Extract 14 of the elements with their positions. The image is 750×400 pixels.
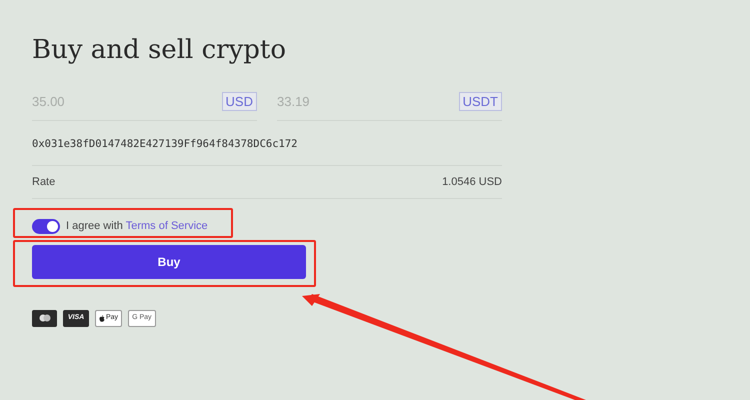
terms-link[interactable]: Terms of Service [126,220,208,232]
rate-label: Rate [32,174,56,190]
wallet-address: 0x031e38fD0147482E427139Ff964f84378DC6c172 [32,138,298,150]
page-title: Buy and sell crypto [32,34,288,67]
agree-text: I agree with Terms of Service [66,219,208,234]
circles-icon [38,314,50,322]
buy-button[interactable]: Buy [32,244,306,278]
currency-selector[interactable]: USDT [458,92,502,112]
apple-icon [99,314,105,322]
rate-value: 1.0546 USD [442,174,502,190]
currency-selector[interactable]: USD [222,92,257,112]
amount-field[interactable]: 35.00 [32,92,182,112]
agree-toggle[interactable] [32,218,60,234]
amount-field[interactable]: 33.19 [277,92,427,112]
